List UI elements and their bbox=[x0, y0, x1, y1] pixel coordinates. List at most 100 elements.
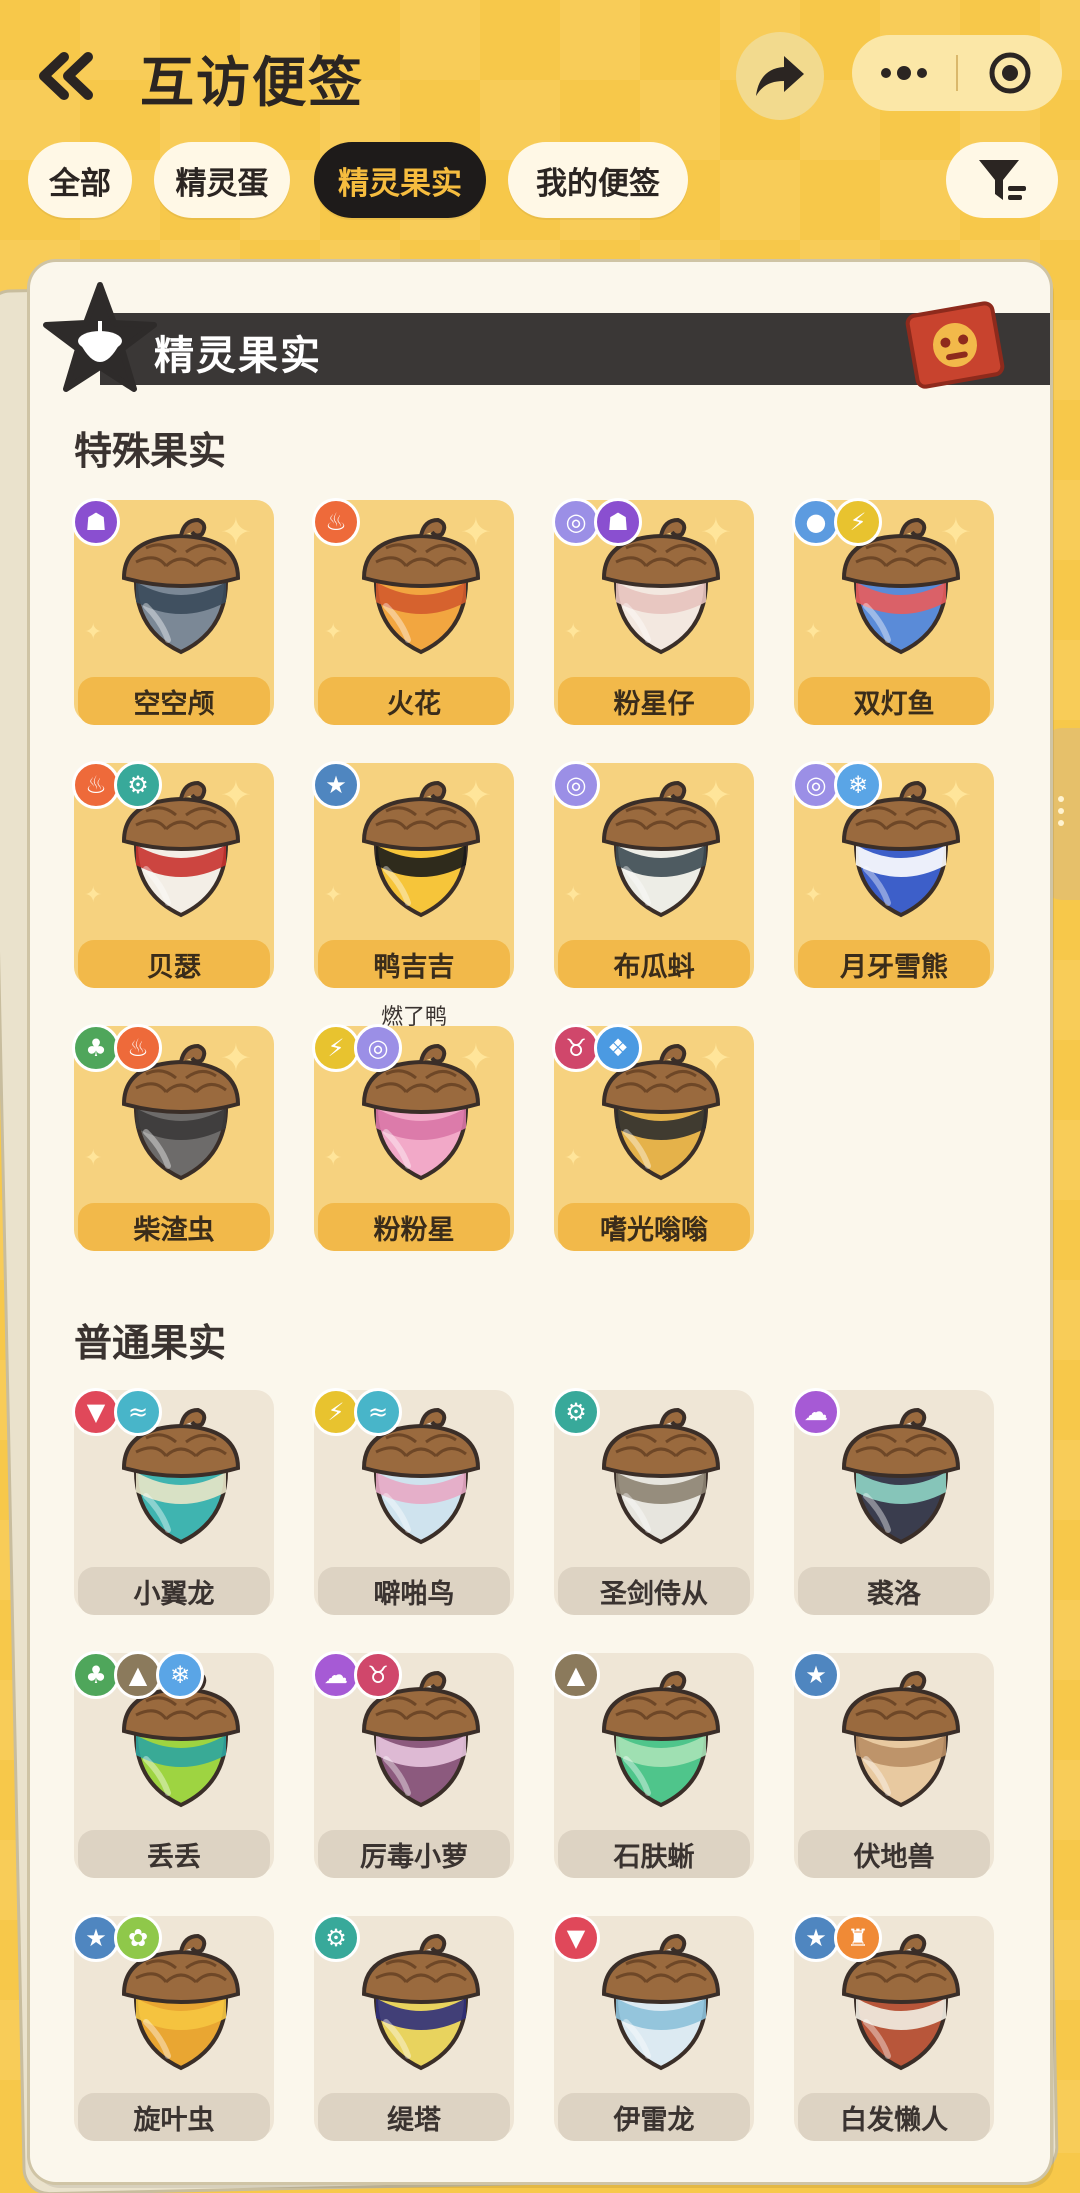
ice-type-badge-icon: ❄ bbox=[834, 761, 882, 809]
header: 互访便签 bbox=[0, 0, 1080, 140]
wing-type-badge-icon: ≈ bbox=[114, 1388, 162, 1436]
fruit-name-label: 丢丢 bbox=[78, 1830, 270, 1878]
fruit-item[interactable]: ✦ ✦ ♉ ❖ 嗜光嗡嗡 bbox=[552, 1024, 754, 1251]
sparkle-icon: ✦ bbox=[84, 1146, 103, 1171]
poison-type-badge-icon: ☁ bbox=[792, 1388, 840, 1436]
fruit-name-label: 火花 bbox=[318, 677, 510, 725]
tab-spirit-egg[interactable]: 精灵蛋 bbox=[154, 142, 290, 218]
fruit-item[interactable]: ✦✦⚡≈噼啪鸟 bbox=[312, 1388, 514, 1615]
fruit-item[interactable]: ✦ ✦ ☗ 空空颅 bbox=[72, 498, 274, 725]
ticket-stamp-icon bbox=[905, 301, 1005, 389]
ice2-type-badge-icon: ❖ bbox=[594, 1024, 642, 1072]
fruit-item[interactable]: ✦✦☁♉厉毒小萝 bbox=[312, 1651, 514, 1878]
fruit-name-label: 小翼龙 bbox=[78, 1567, 270, 1615]
fruit-item[interactable]: ✦ ✦ ● ⚡ 双灯鱼 bbox=[792, 498, 994, 725]
acorn-fruit-icon bbox=[361, 517, 481, 655]
ground-type-badge-icon: ▲ bbox=[114, 1651, 162, 1699]
demon-type-badge-icon: ♉ bbox=[552, 1024, 600, 1072]
fruit-name-label: 粉粉星 bbox=[318, 1203, 510, 1251]
fruit-item[interactable]: ✦✦▼伊雷龙 bbox=[552, 1914, 754, 2141]
fire-type-badge-icon: ♨ bbox=[114, 1024, 162, 1072]
target-circle-icon bbox=[989, 52, 1031, 94]
fruit-item[interactable]: ✦✦▼≈小翼龙 bbox=[72, 1388, 274, 1615]
fruit-name-label: 旋叶虫 bbox=[78, 2093, 270, 2141]
acorn-fruit-icon bbox=[841, 1407, 961, 1545]
fruit-name-label: 厉毒小萝 bbox=[318, 1830, 510, 1878]
sparkle-icon: ✦ bbox=[324, 883, 343, 908]
ghost-type-badge-icon: ☗ bbox=[72, 498, 120, 546]
acorn-fruit-icon bbox=[361, 1933, 481, 2071]
acorn-fruit-icon bbox=[841, 1670, 961, 1808]
sparkle-icon: ✦ bbox=[324, 620, 343, 645]
acorn-fruit-icon bbox=[601, 1407, 721, 1545]
demon-type-badge-icon: ♉ bbox=[354, 1651, 402, 1699]
fruit-item[interactable]: ✦ ✦ ♣ ♨ 柴渣虫 bbox=[72, 1024, 274, 1251]
tab-all[interactable]: 全部 bbox=[28, 142, 132, 218]
ice-type-badge-icon: ❄ bbox=[156, 1651, 204, 1699]
sparkle-icon: ✦ bbox=[564, 1146, 583, 1171]
fruit-item[interactable]: ✦ ✦ ◎ ☗ 粉星仔 bbox=[552, 498, 754, 725]
miniprogram-capsule bbox=[852, 35, 1062, 111]
fruit-item[interactable]: ✦✦♣▲❄丢丢 bbox=[72, 1651, 274, 1878]
ground-type-badge-icon: ▲ bbox=[552, 1651, 600, 1699]
normal-type-badge-icon: ★ bbox=[72, 1914, 120, 1962]
sparkle-icon: ✦ bbox=[804, 883, 823, 908]
fruit-item[interactable]: ✦ ✦ ◎ 布瓜蚪 bbox=[552, 761, 754, 988]
fruit-item[interactable]: ✦✦▲石肤蜥 bbox=[552, 1651, 754, 1878]
page-title: 互访便签 bbox=[140, 51, 364, 114]
fruit-name-label: 月牙雪熊 bbox=[798, 940, 990, 988]
fruit-name-label: 裘洛 bbox=[798, 1567, 990, 1615]
tab-spirit-fruit[interactable]: 精灵果实 bbox=[314, 142, 486, 218]
sparkle-icon: ✦ bbox=[804, 620, 823, 645]
special-section-title: 特殊果实 bbox=[74, 429, 227, 473]
psychic-type-badge-icon: ◎ bbox=[354, 1024, 402, 1072]
fruit-item[interactable]: ✦ ✦ ♨ 火花 bbox=[312, 498, 514, 725]
fruit-item[interactable]: ✦ ✦ ♨ ⚙ 贝瑟 bbox=[72, 761, 274, 988]
fighting-type-badge-icon: ♜ bbox=[834, 1914, 882, 1962]
psychic-type-badge-icon: ◎ bbox=[552, 761, 600, 809]
fruit-name-label: 嗜光嗡嗡 bbox=[558, 1203, 750, 1251]
fruit-name-label: 白发懒人 bbox=[798, 2093, 990, 2141]
filter-funnel-icon bbox=[979, 160, 1026, 200]
psychic-type-badge-icon: ◎ bbox=[552, 498, 600, 546]
acorn-fruit-icon bbox=[121, 517, 241, 655]
fruit-item[interactable]: ✦✦⚙缇塔 bbox=[312, 1914, 514, 2141]
double-chevron-left-icon bbox=[39, 52, 93, 100]
electric-type-badge-icon: ⚡ bbox=[312, 1024, 360, 1072]
mechanical-type-badge-icon: ⚙ bbox=[552, 1388, 600, 1436]
fruit-item[interactable]: ✦✦★♜白发懒人 bbox=[792, 1914, 994, 2141]
fruit-item[interactable]: ✦✦☁裘洛 bbox=[792, 1388, 994, 1615]
acorn-fruit-icon bbox=[601, 1933, 721, 2071]
tab-my-notes[interactable]: 我的便签 bbox=[508, 142, 688, 218]
fruit-item[interactable]: ✦ ✦ ⚡ ◎ 粉粉星 bbox=[312, 1024, 514, 1251]
share-button[interactable] bbox=[736, 32, 824, 120]
sparkle-icon: ✦ bbox=[324, 1146, 343, 1171]
category-tabs: 全部 精灵蛋 精灵果实 我的便签 bbox=[0, 142, 1080, 218]
fruit-item[interactable]: ✦ ✦ ◎ ❄ 月牙雪熊 bbox=[792, 761, 994, 988]
fruit-name-label: 贝瑟 bbox=[78, 940, 270, 988]
filter-button[interactable] bbox=[946, 142, 1058, 218]
share-arrow-icon bbox=[756, 56, 804, 96]
fruit-name-label: 伏地兽 bbox=[798, 1830, 990, 1878]
grass-type-badge-icon: ♣ bbox=[72, 1651, 120, 1699]
sparkle-icon: ✦ bbox=[564, 620, 583, 645]
banner-title: 精灵果实 bbox=[154, 333, 322, 379]
fruit-name-label: 噼啪鸟 bbox=[318, 1567, 510, 1615]
fruit-name-label: 鸭吉吉 bbox=[318, 940, 510, 988]
close-button[interactable] bbox=[958, 35, 1062, 111]
normal-section-title: 普通果实 bbox=[74, 1321, 227, 1365]
card-banner: 精灵果实 bbox=[30, 282, 1050, 392]
back-button[interactable] bbox=[30, 40, 102, 112]
more-button[interactable] bbox=[852, 35, 956, 111]
normal-type-badge-icon: ★ bbox=[792, 1651, 840, 1699]
fruit-item[interactable]: ✦✦★伏地兽 bbox=[792, 1651, 994, 1878]
mechanical-type-badge-icon: ⚙ bbox=[114, 761, 162, 809]
fruit-item[interactable]: ✦✦⚙圣剑侍从 bbox=[552, 1388, 754, 1615]
electric-type-badge-icon: ⚡ bbox=[312, 1388, 360, 1436]
fruit-card: 精灵果实 特殊果实 ✦ ✦ ☗ 空空颅 ✦ ✦ ♨ 火花 ✦ ✦ ◎ ☗ 粉星仔 ✦ ✦ ● ⚡ 双灯鱼 ✦ ✦ ♨ ⚙ 贝… bbox=[30, 262, 1050, 2182]
sparkle-icon: ✦ bbox=[84, 620, 103, 645]
fruit-item[interactable]: ✦✦★✿旋叶虫 bbox=[72, 1914, 274, 2141]
fruit-name-label: 圣剑侍从 bbox=[558, 1567, 750, 1615]
fire-type-badge-icon: ♨ bbox=[312, 498, 360, 546]
fruit-item[interactable]: ✦ ✦ ★ 鸭吉吉 燃了鸭 bbox=[312, 761, 514, 1030]
